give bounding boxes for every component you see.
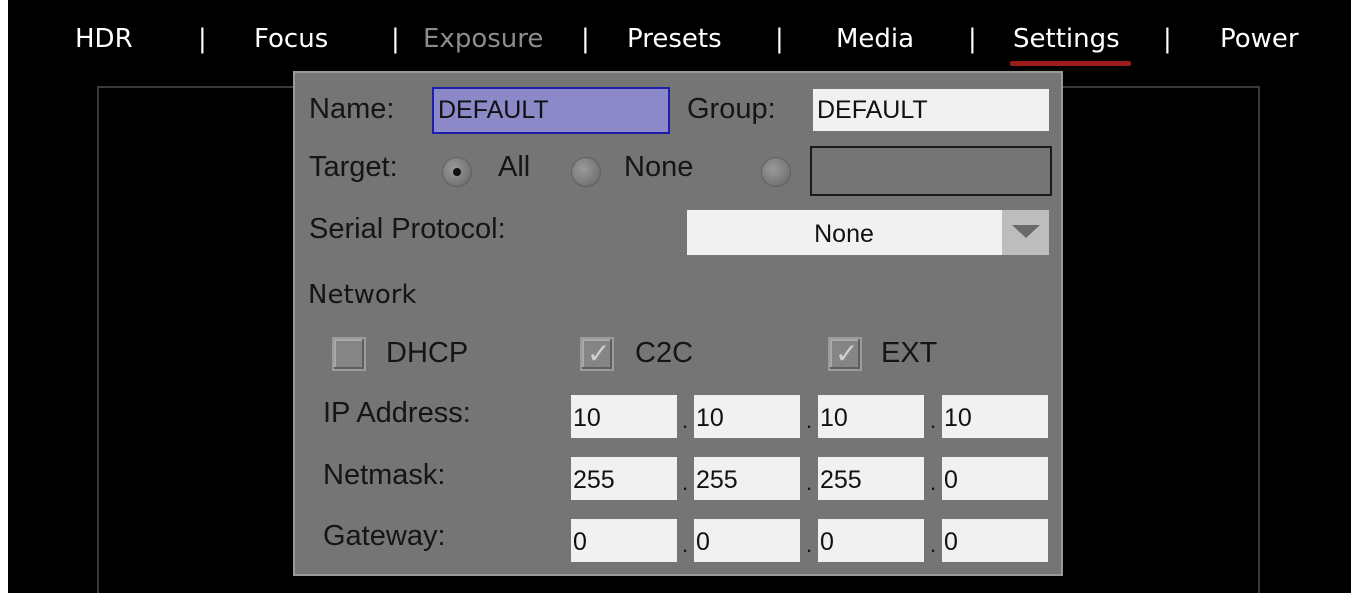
checkmark-icon: ✓ — [835, 337, 859, 370]
octet-separator: . — [930, 408, 937, 433]
gateway-octet-3[interactable]: 0 — [818, 519, 924, 562]
ip-address-label: IP Address: — [323, 397, 471, 429]
netmask-octet-4[interactable]: 0 — [942, 457, 1048, 500]
c2c-label: C2C — [635, 337, 694, 369]
top-nav: HDR | Focus | Exposure | Presets | Media… — [8, 0, 1351, 78]
nav-separator: | — [391, 24, 400, 54]
target-all-label[interactable]: All — [498, 151, 530, 184]
group-input-value: DEFAULT — [817, 96, 928, 124]
octet-separator: . — [806, 470, 813, 495]
ext-checkbox[interactable]: ✓ — [828, 337, 862, 371]
tab-media[interactable]: Media — [836, 20, 914, 60]
network-heading: Network — [308, 280, 417, 310]
ip-octet-2[interactable]: 10 — [694, 395, 800, 438]
tab-hdr[interactable]: HDR — [75, 20, 133, 60]
name-label: Name: — [309, 93, 395, 125]
target-label: Target: — [309, 151, 398, 183]
gateway-octet-4[interactable]: 0 — [942, 519, 1048, 562]
octet-separator: . — [930, 532, 937, 557]
target-none-radio[interactable] — [571, 157, 601, 187]
octet-separator: . — [930, 470, 937, 495]
target-custom-radio[interactable] — [761, 157, 791, 187]
nav-separator: | — [581, 24, 590, 54]
target-all-radio[interactable] — [442, 157, 472, 187]
tab-exposure[interactable]: Exposure — [423, 20, 543, 60]
ip-octet-3[interactable]: 10 — [818, 395, 924, 438]
tab-presets[interactable]: Presets — [627, 20, 722, 60]
ext-label: EXT — [881, 337, 938, 369]
checkmark-icon: ✓ — [587, 337, 611, 370]
group-input[interactable]: DEFAULT — [813, 89, 1049, 131]
name-input-value: DEFAULT — [438, 96, 549, 124]
nav-separator: | — [968, 24, 977, 54]
c2c-checkbox[interactable]: ✓ — [580, 337, 614, 371]
radio-selected-dot — [453, 168, 461, 176]
tab-power[interactable]: Power — [1220, 20, 1299, 60]
serial-protocol-label: Serial Protocol: — [309, 213, 506, 245]
gateway-octet-2[interactable]: 0 — [694, 519, 800, 562]
ip-octet-1[interactable]: 10 — [571, 395, 677, 438]
name-input[interactable]: DEFAULT — [432, 87, 670, 134]
group-label: Group: — [687, 93, 776, 125]
netmask-label: Netmask: — [323, 459, 446, 491]
ip-octet-4[interactable]: 10 — [942, 395, 1048, 438]
gateway-label: Gateway: — [323, 520, 446, 552]
octet-separator: . — [682, 532, 689, 557]
target-custom-input[interactable] — [810, 146, 1052, 196]
active-tab-indicator — [1010, 61, 1131, 66]
settings-dialog: Name: DEFAULT Group: DEFAULT Target: All… — [293, 71, 1063, 576]
tab-settings[interactable]: Settings — [1013, 20, 1120, 60]
gateway-octet-1[interactable]: 0 — [571, 519, 677, 562]
target-none-label[interactable]: None — [624, 151, 693, 184]
nav-separator: | — [775, 24, 784, 54]
netmask-octet-2[interactable]: 255 — [694, 457, 800, 500]
dropdown-arrow-icon[interactable] — [1002, 210, 1049, 255]
dhcp-label: DHCP — [386, 337, 469, 369]
octet-separator: . — [682, 408, 689, 433]
serial-protocol-select[interactable]: None — [687, 210, 1049, 255]
nav-separator: | — [198, 24, 207, 54]
serial-protocol-value: None — [814, 220, 874, 248]
octet-separator: . — [806, 408, 813, 433]
octet-separator: . — [682, 470, 689, 495]
dhcp-checkbox[interactable] — [332, 337, 366, 371]
netmask-octet-3[interactable]: 255 — [818, 457, 924, 500]
netmask-octet-1[interactable]: 255 — [571, 457, 677, 500]
screen: HDR | Focus | Exposure | Presets | Media… — [8, 0, 1351, 593]
octet-separator: . — [806, 532, 813, 557]
nav-separator: | — [1163, 24, 1172, 54]
tab-focus[interactable]: Focus — [254, 20, 328, 60]
